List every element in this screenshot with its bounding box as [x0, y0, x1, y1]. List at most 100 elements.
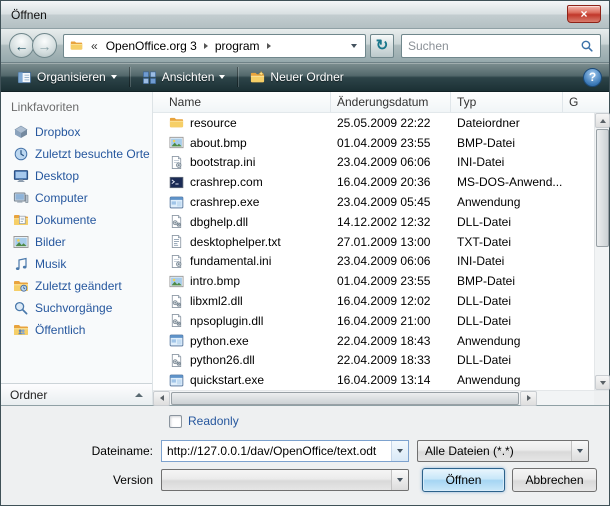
vertical-scroll-thumb[interactable]	[596, 129, 609, 247]
file-date: 14.12.2002 12:32	[331, 215, 451, 229]
dialog-buttons: Öffnen Abbrechen	[422, 468, 597, 492]
sidebar-item-label: Bilder	[35, 235, 66, 249]
list-body: resource25.05.2009 22:22Dateiordnerabout…	[153, 113, 609, 390]
column-header-name[interactable]: Name	[153, 92, 331, 112]
version-combobox[interactable]	[161, 469, 409, 491]
file-date: 23.04.2009 06:06	[331, 155, 451, 169]
sidebar-item-label: Suchvorgänge	[35, 301, 112, 315]
file-row[interactable]: intro.bmp01.04.2009 23:55BMP-Datei	[153, 271, 594, 291]
readonly-checkbox[interactable]	[169, 415, 182, 428]
file-name: dbghelp.dll	[190, 215, 248, 229]
folder-icon	[169, 115, 184, 130]
column-header-size[interactable]: G	[563, 92, 609, 112]
sidebar-item-recently-changed[interactable]: Zuletzt geändert	[1, 275, 152, 297]
sidebar-item-searches[interactable]: Suchvorgänge	[1, 297, 152, 319]
file-row[interactable]: npsoplugin.dll16.04.2009 21:00DLL-Datei	[153, 311, 594, 331]
sidebar-item-recent-places[interactable]: Zuletzt besuchte Orte	[1, 143, 152, 165]
chevron-up-icon	[135, 393, 143, 397]
horizontal-scrollbar-row	[153, 390, 609, 405]
file-date: 16.04.2009 13:14	[331, 373, 451, 387]
file-row[interactable]: python26.dll22.04.2009 18:33DLL-Datei	[153, 351, 594, 371]
file-row[interactable]: fundamental.ini23.04.2009 06:06INI-Datei	[153, 252, 594, 272]
filename-combobox	[161, 440, 409, 462]
sidebar-item-label: Öffentlich	[35, 323, 85, 337]
views-button[interactable]: Ansichten	[133, 67, 235, 88]
cancel-button[interactable]: Abbrechen	[512, 468, 597, 492]
triangle-left-icon	[160, 395, 164, 401]
horizontal-scroll-thumb[interactable]	[171, 392, 519, 405]
chevron-down-icon	[351, 44, 357, 48]
organize-label: Organisieren	[37, 70, 106, 84]
scroll-left-button[interactable]	[153, 391, 170, 406]
file-row[interactable]: bootstrap.ini23.04.2009 06:06INI-Datei	[153, 153, 594, 173]
filetype-combobox[interactable]: Alle Dateien (*.*)	[417, 440, 589, 462]
breadcrumb-item[interactable]: program	[210, 39, 265, 53]
ini-icon	[169, 155, 184, 170]
triangle-down-icon	[600, 381, 606, 385]
back-button[interactable]: ←	[9, 33, 34, 58]
filename-dropdown-button[interactable]	[391, 441, 408, 461]
dll-icon	[169, 294, 184, 309]
sidebar-item-documents[interactable]: Dokumente	[1, 209, 152, 231]
sidebar-item-computer[interactable]: Computer	[1, 187, 152, 209]
views-label: Ansichten	[162, 70, 215, 84]
folders-band[interactable]: Ordner	[1, 383, 152, 405]
filename-input[interactable]	[162, 441, 391, 461]
file-date: 01.04.2009 23:55	[331, 274, 451, 288]
file-type: DLL-Datei	[451, 294, 563, 308]
sidebar-item-public[interactable]: Öffentlich	[1, 319, 152, 341]
address-bar[interactable]: « OpenOffice.org 3 program	[63, 34, 366, 58]
sidebar-item-music[interactable]: Musik	[1, 253, 152, 275]
file-name: npsoplugin.dll	[190, 314, 263, 328]
file-row[interactable]: about.bmp01.04.2009 23:55BMP-Datei	[153, 133, 594, 153]
sidebar-item-dropbox[interactable]: Dropbox	[1, 121, 152, 143]
vertical-scrollbar[interactable]	[594, 113, 609, 390]
file-date: 27.01.2009 13:00	[331, 235, 451, 249]
sidebar-item-label: Musik	[35, 257, 66, 271]
filetype-dropdown-button[interactable]	[571, 441, 588, 461]
triangle-up-icon	[600, 119, 606, 123]
sidebar-item-label: Dokumente	[35, 213, 96, 227]
scroll-right-button[interactable]	[520, 391, 537, 406]
column-header-type[interactable]: Typ	[451, 92, 563, 112]
file-row[interactable]: crashrep.exe23.04.2009 05:45Anwendung	[153, 192, 594, 212]
file-row[interactable]: libxml2.dll 16.04.2009 12:02DLL-Datei	[153, 291, 594, 311]
scroll-up-button[interactable]	[595, 113, 610, 128]
refresh-button[interactable]: ↻	[370, 34, 394, 58]
scroll-down-button[interactable]	[595, 375, 610, 390]
new-folder-button[interactable]: Neuer Ordner	[241, 67, 352, 88]
open-button[interactable]: Öffnen	[422, 468, 505, 492]
sidebar-item-desktop[interactable]: Desktop	[1, 165, 152, 187]
file-rows: resource25.05.2009 22:22Dateiordnerabout…	[153, 113, 594, 390]
search-box	[401, 34, 601, 58]
file-name: libxml2.dll	[190, 294, 243, 308]
file-row[interactable]: python.exe22.04.2009 18:43Anwendung	[153, 331, 594, 351]
file-row[interactable]: crashrep.com16.04.2009 20:36MS-DOS-Anwen…	[153, 172, 594, 192]
forward-button[interactable]: →	[32, 33, 57, 58]
dropbox-icon	[13, 124, 29, 140]
breadcrumb-item[interactable]: OpenOffice.org 3	[101, 39, 202, 53]
file-date: 22.04.2009 18:43	[331, 334, 451, 348]
version-dropdown-button[interactable]	[391, 470, 408, 490]
search-input[interactable]	[402, 39, 580, 53]
file-date: 16.04.2009 12:02	[331, 294, 451, 308]
file-type: DLL-Datei	[451, 215, 563, 229]
file-type: DLL-Datei	[451, 314, 563, 328]
close-button[interactable]: ×	[567, 5, 601, 23]
file-name: crashrep.exe	[190, 195, 259, 209]
organize-button[interactable]: Organisieren	[8, 67, 126, 88]
chevron-down-icon	[577, 449, 583, 453]
version-row: Version Öffnen Abbrechen	[13, 468, 597, 492]
file-row[interactable]: resource25.05.2009 22:22Dateiordner	[153, 113, 594, 133]
file-row[interactable]: dbghelp.dll 14.12.2002 12:32DLL-Datei	[153, 212, 594, 232]
horizontal-scrollbar[interactable]	[153, 390, 594, 405]
file-row[interactable]: desktophelper.txt27.01.2009 13:00TXT-Dat…	[153, 232, 594, 252]
file-row[interactable]: quickstart.exe16.04.2009 13:14Anwendung	[153, 370, 594, 390]
column-header-date[interactable]: Änderungsdatum	[331, 92, 451, 112]
breadcrumb-overflow-button[interactable]: «	[88, 39, 101, 53]
sidebar-item-pictures[interactable]: Bilder	[1, 231, 152, 253]
titlebar[interactable]: Öffnen ×	[1, 1, 609, 29]
address-dropdown-button[interactable]	[346, 35, 362, 57]
dll-icon	[169, 353, 184, 368]
help-button[interactable]: ?	[583, 68, 602, 87]
